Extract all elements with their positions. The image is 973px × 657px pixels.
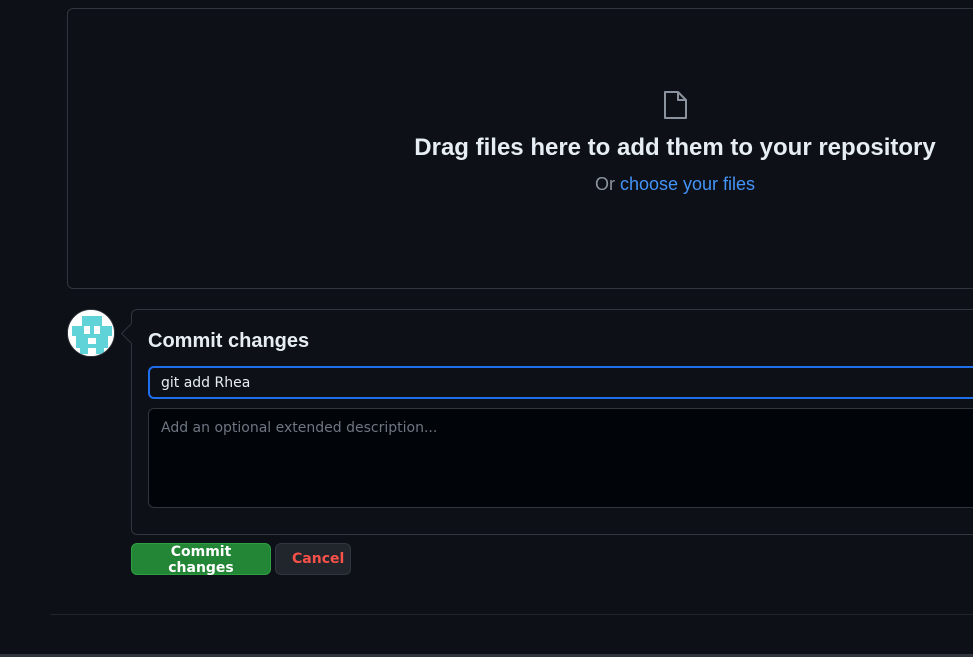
- commit-heading: Commit changes: [148, 330, 310, 352]
- identicon-avatar: [67, 309, 115, 357]
- commit-summary-input[interactable]: [148, 366, 973, 399]
- drop-zone-title: Drag files here to add them to your repo…: [414, 134, 936, 161]
- cancel-button[interactable]: Cancel: [275, 543, 351, 575]
- footer-divider: [50, 614, 973, 615]
- choose-files-link[interactable]: choose your files: [620, 174, 755, 194]
- commit-form: Commit changes: [131, 309, 973, 535]
- commit-description-input[interactable]: [148, 408, 973, 508]
- drop-zone-or-text: Or: [594, 174, 620, 194]
- file-icon: [664, 91, 687, 119]
- identicon-avatar-icon: [68, 310, 114, 356]
- drop-zone-subtitle: Or choose your files: [340, 174, 973, 195]
- commit-changes-button[interactable]: Commit changes: [131, 543, 271, 576]
